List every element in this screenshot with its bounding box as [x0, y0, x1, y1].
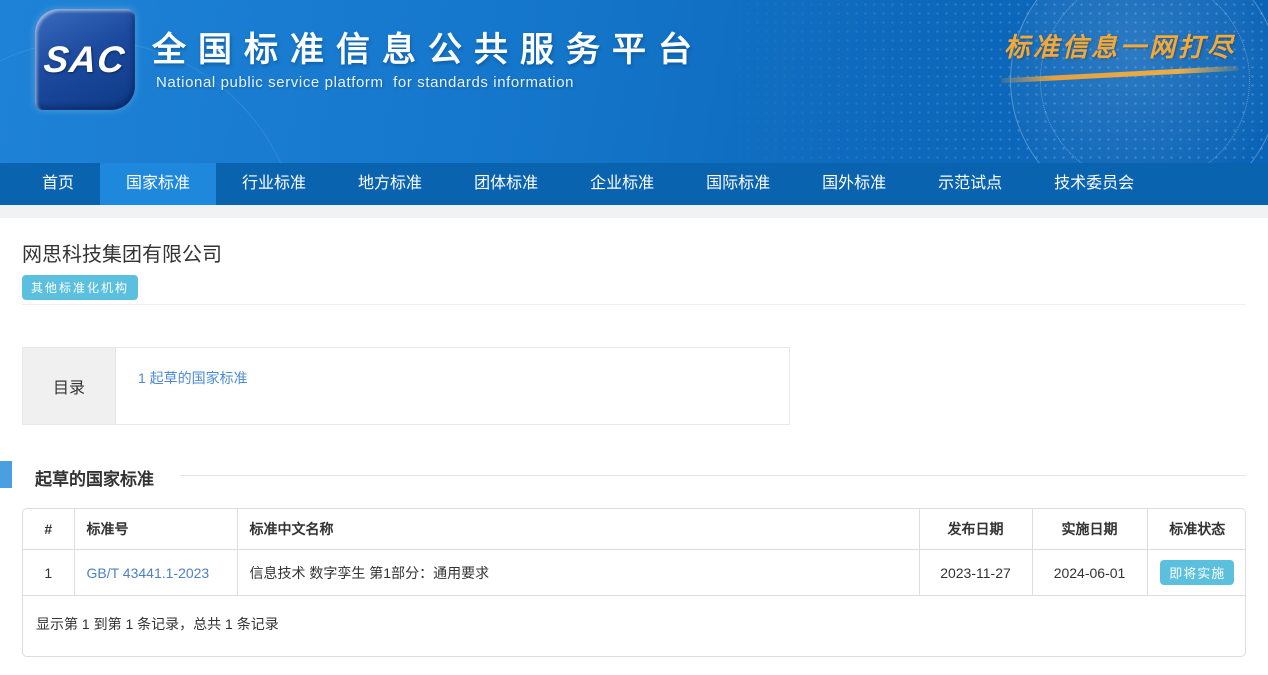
- nav-item-industry-standards[interactable]: 行业标准: [216, 163, 332, 205]
- col-header-index: #: [23, 509, 74, 550]
- pagination-summary: 显示第 1 到第 1 条记录，总共 1 条记录: [23, 596, 1245, 656]
- cell-std-no: GB/T 43441.1-2023: [74, 550, 237, 596]
- standards-table-container: # 标准号 标准中文名称 发布日期 实施日期 标准状态 1 GB/T 43441…: [22, 508, 1246, 657]
- toc-label: 目录: [23, 348, 116, 424]
- cell-index: 1: [23, 550, 74, 596]
- sac-logo[interactable]: SAC: [35, 9, 135, 110]
- col-header-std-no: 标准号: [74, 509, 237, 550]
- cell-status: 即将实施: [1147, 550, 1246, 596]
- table-header-row: # 标准号 标准中文名称 发布日期 实施日期 标准状态: [23, 509, 1246, 550]
- globe-grid-decoration: [1040, 0, 1250, 163]
- toc-link-drafted-standards[interactable]: 1 起草的国家标准: [138, 370, 248, 386]
- site-title: 全国标准信息公共服务平台: [152, 22, 704, 71]
- cell-impl-date: 2024-06-01: [1032, 550, 1147, 596]
- nav-item-foreign-standards[interactable]: 国外标准: [796, 163, 912, 205]
- nav-item-technical-committee[interactable]: 技术委员会: [1028, 163, 1160, 205]
- nav-item-enterprise-standards[interactable]: 企业标准: [564, 163, 680, 205]
- col-header-publish-date: 发布日期: [919, 509, 1032, 550]
- toc-body: 1 起草的国家标准: [116, 348, 789, 424]
- site-banner: SAC 全国标准信息公共服务平台 National public service…: [0, 0, 1268, 163]
- col-header-status: 标准状态: [1147, 509, 1246, 550]
- nav-item-international-standards[interactable]: 国际标准: [680, 163, 796, 205]
- standards-table: # 标准号 标准中文名称 发布日期 实施日期 标准状态 1 GB/T 43441…: [23, 509, 1246, 596]
- nav-item-group-standards[interactable]: 团体标准: [448, 163, 564, 205]
- divider: [22, 304, 1246, 305]
- standard-number-link[interactable]: GB/T 43441.1-2023: [87, 565, 210, 581]
- cell-publish-date: 2023-11-27: [919, 550, 1032, 596]
- site-subtitle: National public service platform for sta…: [156, 74, 574, 91]
- section-title: 起草的国家标准: [35, 465, 154, 490]
- toc-panel: 目录 1 起草的国家标准: [22, 347, 790, 425]
- section-accent-bar: [0, 461, 12, 488]
- table-row: 1 GB/T 43441.1-2023 信息技术 数字孪生 第1部分：通用要求 …: [23, 550, 1246, 596]
- nav-divider-strip: [0, 205, 1268, 218]
- status-badge: 即将实施: [1160, 560, 1234, 585]
- sac-logo-text: SAC: [42, 39, 128, 81]
- org-name: 网思科技集团有限公司: [22, 238, 222, 267]
- nav-item-home[interactable]: 首页: [16, 163, 100, 205]
- cell-name: 信息技术 数字孪生 第1部分：通用要求: [237, 550, 919, 596]
- nav-item-pilot-demo[interactable]: 示范试点: [912, 163, 1028, 205]
- slogan-text: 标准信息一网打尽: [995, 27, 1245, 64]
- section-rule: [180, 475, 1246, 476]
- nav-item-national-standards[interactable]: 国家标准: [100, 163, 216, 205]
- slogan-block: 标准信息一网打尽: [995, 27, 1245, 77]
- col-header-name: 标准中文名称: [237, 509, 919, 550]
- org-type-badge: 其他标准化机构: [22, 275, 138, 300]
- col-header-impl-date: 实施日期: [1032, 509, 1147, 550]
- nav-item-local-standards[interactable]: 地方标准: [332, 163, 448, 205]
- main-nav: 首页 国家标准 行业标准 地方标准 团体标准 企业标准 国际标准 国外标准 示范…: [0, 163, 1268, 205]
